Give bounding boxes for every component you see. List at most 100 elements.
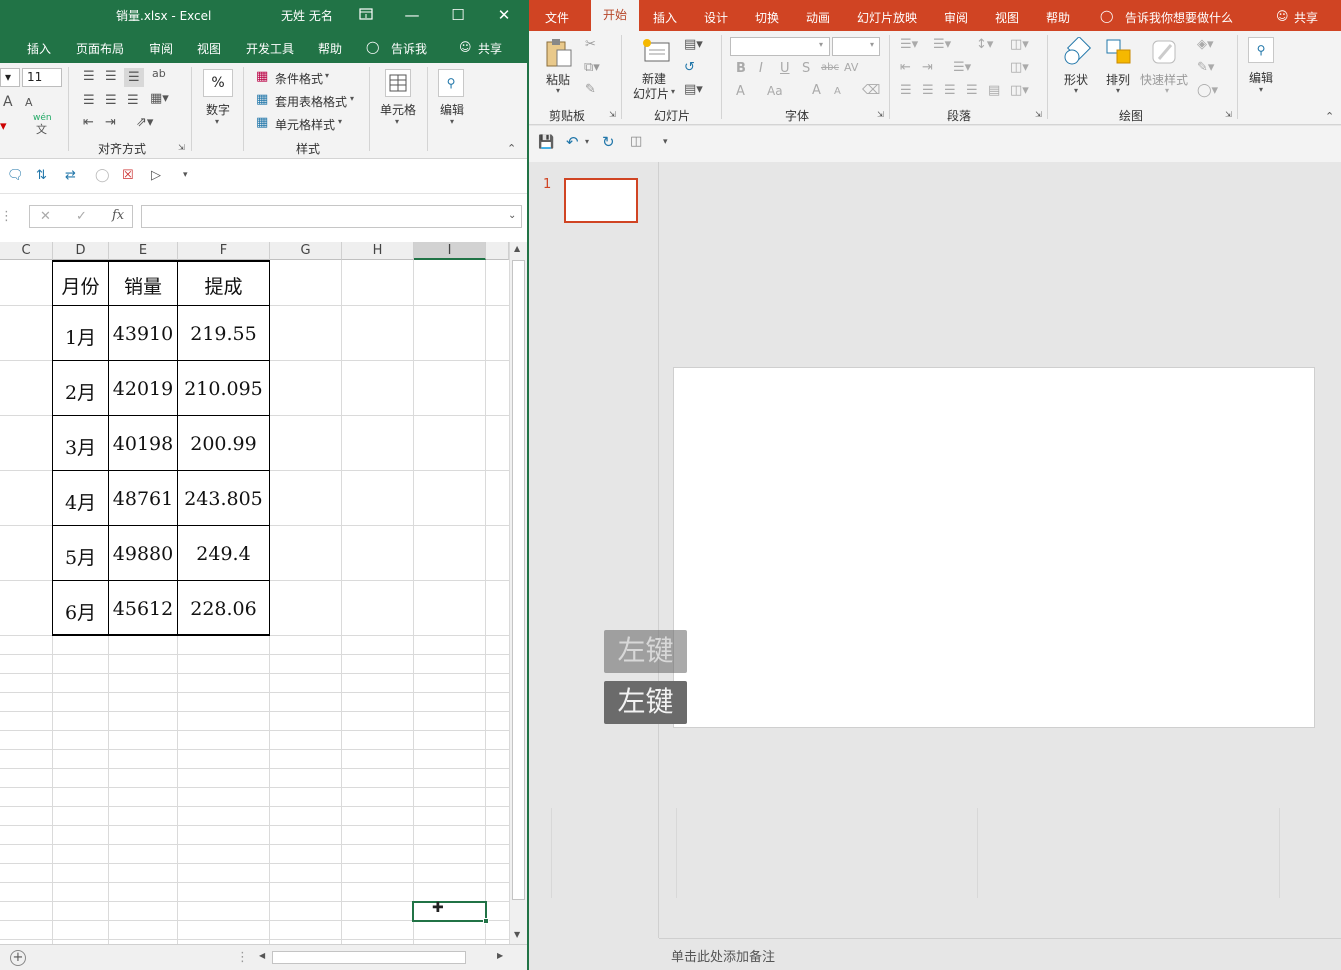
column-header-f[interactable]: F <box>178 242 270 260</box>
table-cell[interactable]: 42019 <box>109 378 177 400</box>
maximize-icon[interactable]: ☐ <box>435 0 481 31</box>
align-left-icon[interactable]: ☰ <box>900 84 912 97</box>
paragraph-launcher-icon[interactable]: ⇲ <box>1035 111 1042 119</box>
shape-outline-icon[interactable]: ✎▾ <box>1197 61 1214 74</box>
vertical-scroll-thumb[interactable] <box>512 260 525 900</box>
tab-review[interactable]: 审阅 <box>149 40 173 57</box>
merge-center-icon[interactable]: ▦▾ <box>150 92 169 105</box>
align-center-icon[interactable]: ☰ <box>105 94 117 107</box>
table-cell[interactable]: 1月 <box>53 323 108 350</box>
change-case-button[interactable]: Aa <box>767 85 783 97</box>
smartart-icon[interactable]: ◫▾ <box>1010 84 1029 97</box>
align-left-icon[interactable]: ☰ <box>83 94 95 107</box>
columns-icon[interactable]: ◫▾ <box>1010 38 1029 51</box>
slide-canvas[interactable] <box>673 367 1315 728</box>
table-cell[interactable]: 40198 <box>109 433 177 455</box>
decrease-indent-icon[interactable]: ⇤ <box>83 116 94 129</box>
italic-button[interactable]: I <box>759 62 763 75</box>
scroll-left-icon[interactable]: ◀ <box>259 952 265 960</box>
tell-me-button[interactable]: 告诉我你想要做什么 <box>1125 9 1233 26</box>
confirm-icon[interactable]: ✓ <box>76 210 87 223</box>
reset-icon[interactable]: ↺ <box>684 61 695 74</box>
tab-transitions[interactable]: 切换 <box>755 9 779 26</box>
minimize-icon[interactable]: — <box>389 0 435 31</box>
font-launcher-icon[interactable]: ⇲ <box>877 111 884 119</box>
font-color-button[interactable]: A <box>736 85 745 98</box>
align-bottom-icon[interactable]: ☰ <box>124 68 144 87</box>
distribute-icon[interactable]: ▤ <box>988 84 1000 97</box>
table-cell[interactable]: 48761 <box>109 488 177 510</box>
bullets-icon[interactable]: ☰▾ <box>900 38 918 51</box>
section-icon[interactable]: ▤▾ <box>684 83 703 96</box>
save-icon[interactable]: 💾 <box>538 136 554 149</box>
increase-indent-icon[interactable]: ⇥ <box>105 116 116 129</box>
column-header-i[interactable]: I <box>414 242 486 260</box>
align-center-icon[interactable]: ☰ <box>922 84 934 97</box>
tab-animations[interactable]: 动画 <box>806 9 830 26</box>
alignment-launcher-icon[interactable]: ⇲ <box>178 144 185 152</box>
table-cell[interactable]: 6月 <box>53 598 108 625</box>
grow-font-button[interactable]: A <box>812 84 821 97</box>
splitter-grip-icon[interactable]: ⋮ <box>236 951 249 964</box>
table-cell[interactable]: 43910 <box>109 323 177 345</box>
wrap-text-icon[interactable]: ab <box>152 68 166 79</box>
table-cell[interactable]: 4月 <box>53 488 108 515</box>
notes-pane[interactable]: 单击此处添加备注 <box>659 938 1341 970</box>
shrink-font-icon[interactable]: A <box>25 97 33 108</box>
share-button[interactable]: 共享 <box>1294 9 1318 26</box>
customize-qat-icon[interactable]: ▾ <box>183 171 188 180</box>
header-cell-sales[interactable]: 销量 <box>109 272 177 299</box>
clear-format-icon[interactable]: ⌫ <box>862 84 880 97</box>
font-name-dropdown[interactable]: ▾ <box>730 37 830 56</box>
tab-developer[interactable]: 开发工具 <box>246 40 294 57</box>
tab-review[interactable]: 审阅 <box>944 9 968 26</box>
align-text-icon[interactable]: ◫▾ <box>1010 61 1029 74</box>
share-button[interactable]: 共享 <box>478 40 502 57</box>
add-sheet-button[interactable]: + <box>10 950 26 966</box>
tab-view[interactable]: 视图 <box>197 40 221 57</box>
shape-fill-icon[interactable]: ◈▾ <box>1197 38 1214 51</box>
align-middle-icon[interactable]: ☰ <box>105 70 117 83</box>
number-format-button[interactable]: 数字 <box>206 101 230 118</box>
column-header-j[interactable] <box>486 242 509 260</box>
undo-icon[interactable]: ↶ <box>566 135 579 150</box>
tab-slideshow[interactable]: 幻灯片放映 <box>857 9 917 26</box>
new-slide-label-2[interactable]: 幻灯片 <box>633 85 669 102</box>
horizontal-scroll-thumb[interactable] <box>272 951 466 964</box>
table-cell[interactable]: 200.99 <box>178 433 269 455</box>
conditional-format-button[interactable]: 条件格式 <box>275 70 323 87</box>
grow-font-icon[interactable]: A <box>3 95 13 109</box>
header-cell-month[interactable]: 月份 <box>53 272 108 299</box>
column-header-c[interactable]: C <box>0 242 53 260</box>
header-cell-commission[interactable]: 提成 <box>178 272 269 299</box>
play-icon[interactable]: ▷ <box>151 169 161 182</box>
clipboard-launcher-icon[interactable]: ⇲ <box>609 111 616 119</box>
table-cell[interactable]: 3月 <box>53 433 108 460</box>
copy-icon[interactable]: ⧉▾ <box>584 61 600 74</box>
strikethrough-button[interactable]: abc <box>821 63 839 73</box>
scroll-right-icon[interactable]: ▶ <box>497 952 503 960</box>
align-right-icon[interactable]: ☰ <box>127 94 139 107</box>
decrease-indent-icon[interactable]: ⇤ <box>900 61 911 74</box>
orientation-icon[interactable]: ⇗▾ <box>136 116 153 129</box>
expand-formula-icon[interactable]: ⌄ <box>508 211 516 221</box>
comment-icon[interactable]: 🗨 <box>7 169 24 182</box>
shrink-font-button[interactable]: A <box>834 87 841 97</box>
shadow-button[interactable]: S <box>802 62 810 75</box>
line-spacing-icon[interactable]: ↕▾ <box>976 38 993 51</box>
quick-styles-button[interactable]: 快速样式 <box>1140 71 1188 88</box>
column-header-g[interactable]: G <box>270 242 342 260</box>
editing-button[interactable]: 编辑 <box>440 101 464 118</box>
cut-icon[interactable]: ✂ <box>585 38 596 51</box>
fill-handle[interactable] <box>483 918 489 924</box>
column-header-d[interactable]: D <box>53 242 109 260</box>
active-cell[interactable] <box>412 901 487 922</box>
close-icon[interactable]: ✕ <box>481 0 527 31</box>
column-header-h[interactable]: H <box>342 242 414 260</box>
cancel-icon[interactable]: ✕ <box>40 210 51 223</box>
customize-qat-icon[interactable]: ▾ <box>663 138 668 147</box>
collapse-ribbon-icon[interactable]: ⌃ <box>507 143 516 154</box>
table-cell[interactable]: 49880 <box>109 543 177 565</box>
redo-icon[interactable]: ↻ <box>602 135 615 150</box>
numbering-icon[interactable]: ☰▾ <box>933 38 951 51</box>
